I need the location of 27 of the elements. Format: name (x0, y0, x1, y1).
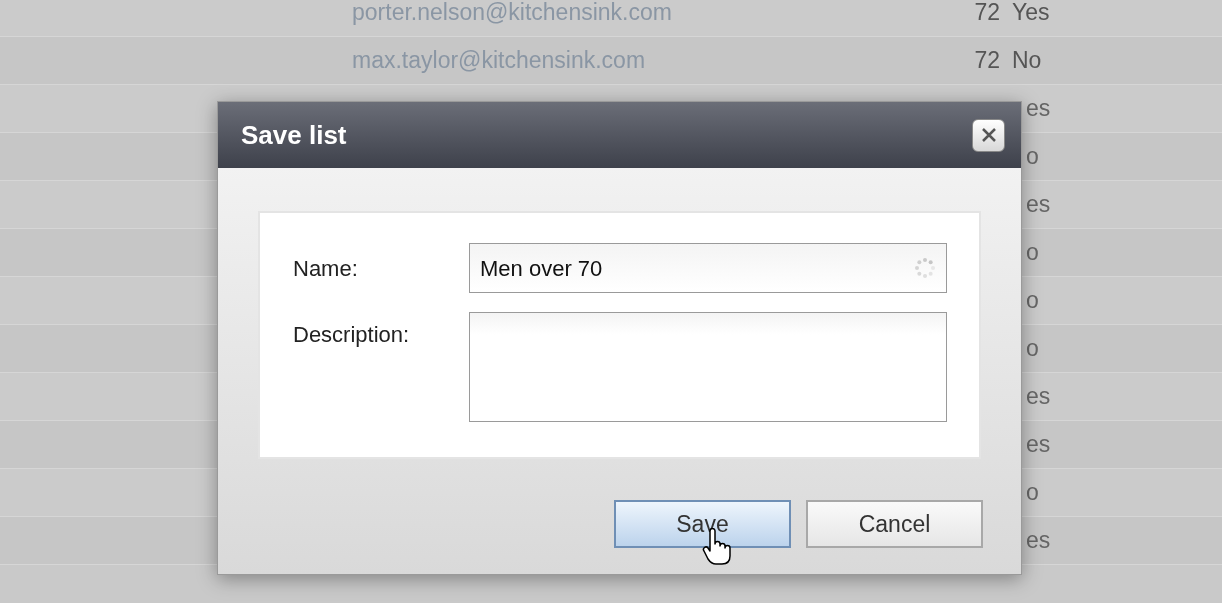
table-cell-text: o (1026, 478, 1039, 508)
table-cell-text: 72 (973, 0, 1000, 28)
table-cell-text: es (1026, 526, 1051, 556)
table-cell-text: es (1026, 382, 1051, 412)
table-cell-text: o (1026, 286, 1039, 316)
table-cell-text: 72 (973, 46, 1000, 76)
description-field[interactable] (469, 312, 947, 422)
table-cell-text: es (1026, 94, 1051, 124)
table-cell-text: es (1026, 190, 1051, 220)
field-label: Description: (293, 321, 411, 349)
field-value: Men over 70 (480, 254, 603, 283)
email-text: max.taylor@kitchensink.com (352, 46, 647, 76)
name-field[interactable]: Men over 70 (469, 243, 947, 293)
table-cell-text: o (1026, 334, 1039, 364)
table-cell-text: es (1026, 430, 1051, 460)
table-cell-text: No (1012, 46, 1042, 76)
table-cell-text: o (1026, 142, 1039, 172)
cancel-button[interactable]: Cancel (806, 500, 983, 548)
table-cell-text: Yes (1012, 0, 1050, 28)
save-button[interactable]: Save (614, 500, 791, 548)
email-text: porter.nelson@kitchensink.com (352, 0, 673, 28)
spinner-icon (914, 257, 936, 279)
close-icon (979, 126, 998, 144)
table-cell-text: o (1026, 238, 1039, 268)
close-button[interactable] (972, 118, 1005, 152)
dialog-title: Save list (241, 118, 347, 152)
field-label: Name: (293, 254, 359, 283)
